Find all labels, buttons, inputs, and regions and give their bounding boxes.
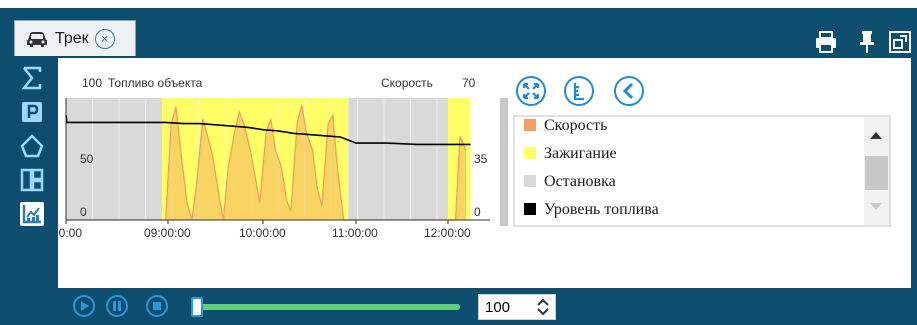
sigma-icon[interactable] [20, 66, 44, 90]
right-axis-label: Скорость [381, 76, 433, 90]
close-circle-icon[interactable]: × [94, 28, 115, 49]
chart-icon[interactable] [20, 202, 44, 226]
back-icon[interactable] [614, 76, 644, 106]
right-axis-tick: 0 [474, 205, 481, 219]
x-axis-tick-label: 09:00:00 [144, 226, 191, 240]
x-axis-tick-label: 11:00:00 [332, 226, 378, 240]
speed-value: 100 [485, 298, 511, 316]
window-restore-icon[interactable] [888, 30, 912, 54]
legend-item[interactable]: Уровень топлива [524, 201, 659, 218]
speed-stepper[interactable]: 100 [478, 294, 556, 320]
legend-swatch [524, 119, 536, 131]
left-axis-tick: 50 [80, 152, 94, 166]
zoom-fit-icon[interactable] [516, 76, 546, 106]
spinner-icon[interactable] [535, 298, 551, 316]
legend-swatch [524, 175, 536, 187]
window-top-border [0, 0, 917, 8]
parking-icon[interactable] [20, 100, 44, 124]
track-chart[interactable]: 100 Топливо объекта Скорость 70 50 35 0 0 00… [52, 58, 911, 288]
legend-label: Остановка [544, 173, 616, 190]
legend-label: Скорость [544, 117, 607, 134]
play-icon[interactable] [72, 294, 96, 318]
scroll-thumb[interactable] [865, 156, 888, 190]
playback-slider-thumb[interactable] [191, 297, 203, 317]
pause-icon[interactable] [105, 294, 129, 318]
right-axis-top-tick: 70 [462, 76, 476, 90]
legend-label: Зажигание [544, 145, 617, 162]
chart-panel: 100 Топливо объекта Скорость 70 50 35 0 0 00… [52, 58, 911, 288]
playback-bar [0, 288, 917, 325]
axis-scale-icon[interactable] [564, 76, 594, 106]
band-stop [348, 98, 448, 220]
left-axis-top-tick: 100 [82, 76, 102, 90]
legend-swatch [524, 147, 536, 159]
stop-icon[interactable] [145, 294, 169, 318]
x-axis-tick-label: 12:00:00 [424, 226, 471, 240]
chart-splitter[interactable] [500, 98, 508, 226]
x-axis-tick-label: 10:00:00 [239, 226, 286, 240]
tab-track[interactable]: Трек × [14, 20, 136, 56]
tab-bar: Трек × [0, 8, 917, 58]
plot-area: 50 35 0 0 00:00 09:00:00 10:00:00 11:00:00 12:00… [52, 98, 491, 240]
legend-label: Уровень топлива [544, 201, 659, 218]
x-axis-tick-label: 00:00 [58, 226, 82, 240]
printer-icon[interactable] [814, 30, 838, 54]
car-icon [27, 31, 47, 47]
dashboard-icon[interactable] [20, 168, 44, 192]
left-axis-tick: 0 [80, 205, 87, 219]
pin-icon[interactable] [858, 30, 876, 54]
sidebar [8, 58, 48, 288]
tab-label: Трек [55, 29, 89, 47]
right-axis-tick: 35 [474, 152, 488, 166]
playback-slider-track[interactable] [192, 304, 460, 310]
geofence-icon[interactable] [20, 134, 44, 158]
legend-swatch [524, 203, 536, 215]
left-axis-label: Топливо объекта [108, 76, 203, 90]
